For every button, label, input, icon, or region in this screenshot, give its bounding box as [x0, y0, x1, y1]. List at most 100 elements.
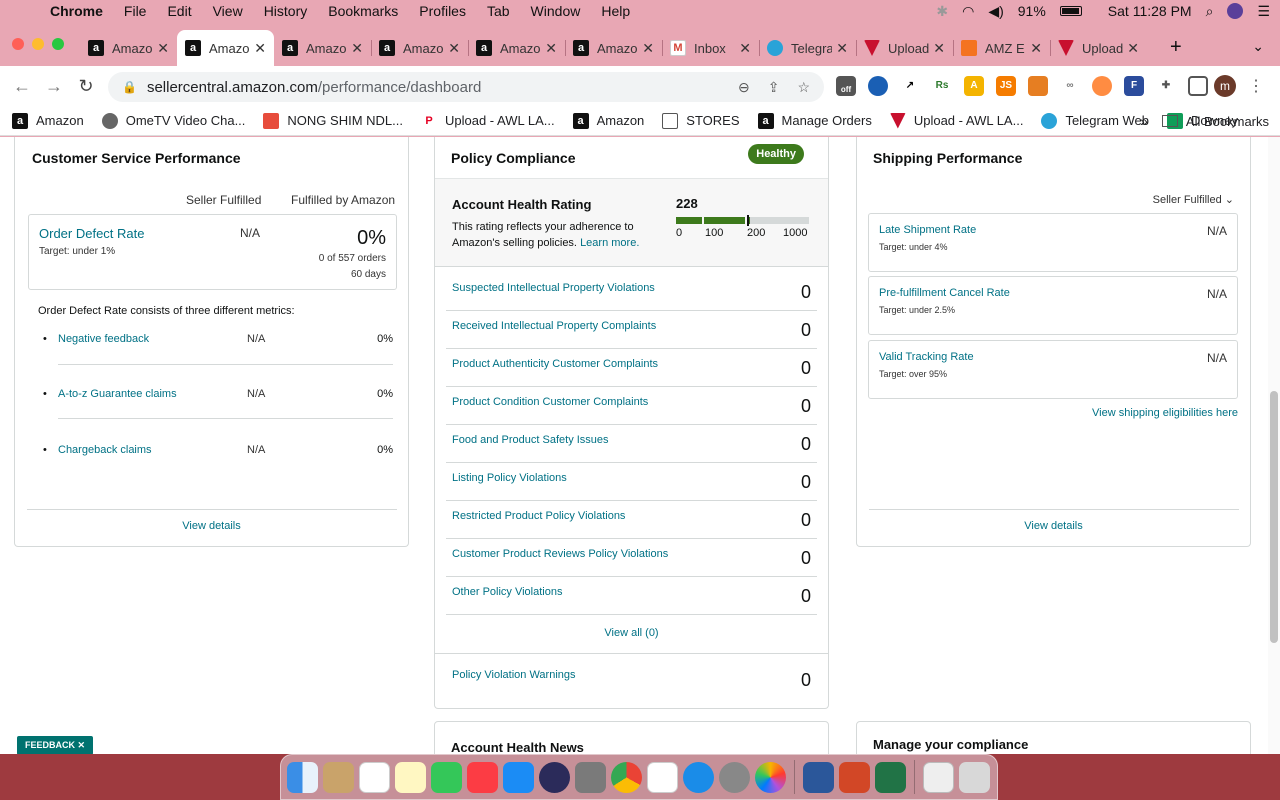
extension-dots-icon[interactable] [868, 76, 888, 96]
siri-icon[interactable] [1227, 3, 1244, 19]
extension-off2-icon[interactable] [1028, 76, 1048, 96]
bluetooth-icon[interactable]: ✱ [936, 3, 948, 20]
extension-arrow-icon[interactable]: ↗ [900, 76, 920, 96]
volume-icon[interactable]: ◀) [988, 3, 1003, 20]
close-tab-icon[interactable]: ✕ [836, 40, 848, 57]
close-tab-icon[interactable]: ✕ [448, 40, 460, 57]
menu-file[interactable]: File [124, 3, 147, 19]
close-window-button[interactable] [12, 38, 24, 50]
side-panel-icon[interactable] [1188, 76, 1208, 96]
policy-view-all-link[interactable]: View all (0) [435, 627, 828, 639]
tab-amazon-4[interactable]: a Amazon✕ [371, 30, 468, 66]
back-button[interactable]: ← [6, 76, 38, 97]
menu-edit[interactable]: Edit [167, 3, 191, 19]
tab-amazon-6[interactable]: a Amazon✕ [565, 30, 662, 66]
extension-scout-icon[interactable]: A [964, 76, 984, 96]
shipping-view-details-link[interactable]: View details [857, 520, 1250, 532]
facetime-icon[interactable] [431, 761, 462, 793]
close-tab-icon[interactable]: ✕ [1127, 40, 1139, 57]
spotlight-search-icon[interactable]: ⌕ [1206, 3, 1214, 20]
shipping-eligibilities-link[interactable]: View shipping eligibilities here [1092, 407, 1238, 419]
wifi-icon[interactable]: ◠ [962, 3, 974, 20]
metric-link[interactable]: Chargeback claims [58, 444, 152, 456]
fulfillment-filter-dropdown[interactable]: Seller Fulfilled ⌄ [1153, 193, 1234, 206]
maximize-window-button[interactable] [52, 38, 64, 50]
menu-history[interactable]: History [264, 3, 308, 19]
minimize-window-button[interactable] [32, 38, 44, 50]
policy-link[interactable]: Other Policy Violations [452, 586, 562, 598]
close-tab-icon[interactable]: ✕ [933, 40, 945, 57]
tab-amazon-active[interactable]: a Amazon✕ [177, 30, 274, 66]
metric-link[interactable]: Pre-fulfillment Cancel Rate [879, 287, 1010, 299]
lock-icon[interactable]: 🔒 [122, 80, 137, 94]
metric-link[interactable]: Late Shipment Rate [879, 224, 976, 236]
extension-link-icon[interactable]: ∞ [1060, 76, 1080, 96]
bookmark-stores[interactable]: STORES [662, 112, 740, 129]
tab-upload-2[interactable]: Upload ✕ [1050, 30, 1147, 66]
menu-app-name[interactable]: Chrome [50, 3, 103, 19]
extension-f-icon[interactable]: F [1124, 76, 1144, 96]
zoom-icon[interactable]: ⊖ [738, 79, 750, 96]
menu-window[interactable]: Window [531, 3, 581, 19]
scrollbar[interactable] [1268, 137, 1280, 754]
scrollbar-thumb[interactable] [1270, 391, 1278, 643]
close-tab-icon[interactable]: ✕ [739, 40, 751, 57]
metric-link[interactable]: Negative feedback [58, 333, 149, 345]
control-center-icon[interactable]: ☰ [1257, 3, 1270, 20]
policy-link[interactable]: Customer Product Reviews Policy Violatio… [452, 548, 668, 560]
menu-bookmarks[interactable]: Bookmarks [328, 3, 398, 19]
notes-icon[interactable] [395, 761, 426, 793]
battery-icon[interactable] [1059, 6, 1082, 16]
safari-icon[interactable] [683, 761, 714, 793]
policy-link[interactable]: Product Authenticity Customer Complaints [452, 358, 658, 370]
policy-violation-warnings-link[interactable]: Policy Violation Warnings [452, 669, 576, 681]
close-tab-icon[interactable]: ✕ [642, 40, 654, 57]
bookmark-telegram[interactable]: Telegram Web [1041, 112, 1149, 129]
system-preferences-icon[interactable] [575, 761, 606, 800]
notes-paper-icon[interactable] [323, 761, 354, 793]
reload-button[interactable]: ↻ [70, 76, 102, 97]
forward-button[interactable]: → [38, 76, 70, 97]
extension-off-icon[interactable]: off [836, 76, 856, 96]
launchpad-icon[interactable] [719, 761, 750, 793]
excel-icon[interactable] [875, 761, 906, 800]
menu-view[interactable]: View [213, 3, 243, 19]
bookmark-star-icon[interactable]: ☆ [797, 79, 810, 96]
bookmark-pinterest[interactable]: P Upload - AWL LA... [421, 112, 555, 129]
tab-telegram[interactable]: Telegram✕ [759, 30, 856, 66]
menu-tab[interactable]: Tab [487, 3, 510, 19]
bookmark-manage-orders[interactable]: a Manage Orders [757, 112, 872, 129]
chrome-menu-icon[interactable]: ⋮ [1248, 76, 1264, 96]
share-icon[interactable]: ⇪ [768, 79, 780, 96]
close-tab-icon[interactable]: ✕ [545, 40, 557, 57]
address-bar[interactable]: 🔒 sellercentral.amazon.com/performance/d… [108, 72, 824, 102]
calendar-icon[interactable] [359, 761, 390, 793]
metric-link[interactable]: Valid Tracking Rate [879, 351, 974, 363]
policy-link[interactable]: Listing Policy Violations [452, 472, 567, 484]
cs-view-details-link[interactable]: View details [15, 520, 408, 532]
bookmark-ometv[interactable]: OmeTV Video Cha... [101, 112, 245, 129]
tab-inbox[interactable]: M Inbox ✕ [662, 30, 759, 66]
app-store-icon[interactable] [503, 761, 534, 793]
bookmark-amazon-2[interactable]: a Amazon [572, 112, 644, 129]
bookmarks-overflow-button[interactable]: » [1140, 113, 1148, 129]
extension-js-icon[interactable]: JS [996, 76, 1016, 96]
extensions-puzzle-icon[interactable]: ✚ [1156, 76, 1176, 96]
tab-search-chevron-icon[interactable]: ⌄ [1252, 38, 1264, 55]
chrome-icon[interactable] [611, 761, 642, 800]
order-defect-rate-link[interactable]: Order Defect Rate [39, 226, 145, 241]
clock[interactable]: Sat 11:28 PM [1108, 3, 1192, 19]
finder-icon[interactable] [287, 761, 318, 800]
photos-icon[interactable] [755, 761, 786, 793]
close-tab-icon[interactable]: ✕ [254, 40, 266, 57]
word-icon[interactable] [803, 761, 834, 800]
profile-avatar[interactable]: m [1214, 75, 1236, 97]
bookmark-upload[interactable]: Upload - AWL LA... [889, 112, 1023, 129]
bookmark-nongshim[interactable]: NONG SHIM NDL... [263, 112, 403, 129]
extension-rs-icon[interactable]: Rs [932, 76, 952, 96]
feedback-button[interactable]: FEEDBACK ✕ [17, 736, 94, 754]
tab-amazon-3[interactable]: a Amazon✕ [274, 30, 371, 66]
tab-upload-1[interactable]: Upload ✕ [856, 30, 953, 66]
bookmark-amazon[interactable]: a Amazon [12, 112, 84, 129]
close-tab-icon[interactable]: ✕ [1030, 40, 1042, 57]
